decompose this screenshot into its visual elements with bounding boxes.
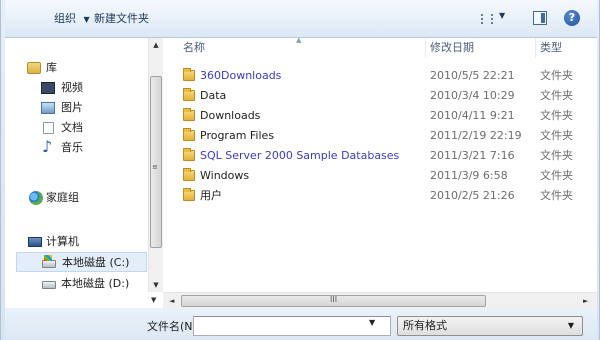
nav-item-label: 视频: [61, 81, 83, 94]
grip-icon: ≡: [152, 163, 158, 171]
folder-icon: [183, 88, 195, 101]
file-type: 文件夹: [540, 109, 573, 122]
pictures-icon: [41, 102, 55, 114]
file-name: SQL Server 2000 Sample Databases: [200, 149, 400, 162]
nav-item-drive-c[interactable]: 本地磁盘 (C:): [16, 252, 147, 272]
file-name: 360Downloads: [200, 69, 282, 82]
column-header-date[interactable]: 修改日期: [430, 38, 474, 58]
chevron-down-icon: ▼: [83, 15, 90, 24]
scroll-up-icon[interactable]: ▲: [149, 38, 163, 52]
library-icon: [27, 62, 41, 74]
file-date: 2010/5/5 22:21: [430, 69, 515, 82]
file-row[interactable]: SQL Server 2000 Sample Databases 2011/3/…: [163, 146, 597, 166]
file-name: Downloads: [200, 109, 261, 122]
folder-icon: [183, 148, 195, 161]
folder-icon: [183, 188, 195, 201]
column-divider[interactable]: [535, 38, 536, 58]
computer-icon: [28, 237, 42, 247]
file-type: 文件夹: [540, 89, 573, 102]
file-name: 用户: [200, 189, 222, 202]
folder-icon: [183, 108, 195, 121]
new-folder-button[interactable]: 新建文件夹: [94, 11, 149, 27]
column-header-name[interactable]: 名称: [183, 38, 205, 58]
file-type: 文件夹: [540, 169, 573, 182]
nav-item-label: 音乐: [61, 141, 83, 154]
file-date: 2010/4/11 9:21: [430, 109, 515, 122]
navigation-pane: 库 视频 图片 文档 音乐 家庭组: [5, 38, 163, 308]
chevron-down-icon[interactable]: ▼: [369, 318, 375, 327]
music-icon: [42, 137, 54, 157]
filename-bar: 文件名(N): ▼ 所有格式 ▼: [5, 308, 597, 340]
file-type: 文件夹: [540, 149, 573, 162]
column-header-type[interactable]: 类型: [540, 38, 562, 58]
change-view-button[interactable]: ▼: [481, 11, 511, 27]
file-date: 2011/2/19 22:19: [430, 129, 522, 142]
file-type: 文件夹: [540, 129, 573, 142]
nav-item-documents[interactable]: 文档: [5, 118, 148, 138]
file-row[interactable]: Downloads 2010/4/11 9:21 文件夹: [163, 106, 597, 126]
documents-icon: [43, 122, 54, 134]
folder-icon: [183, 128, 195, 141]
view-grid-icon: [481, 14, 493, 24]
nav-item-pictures[interactable]: 图片: [5, 98, 148, 118]
file-date: 2011/3/9 6:58: [430, 169, 508, 182]
file-type-value: 所有格式: [403, 319, 447, 332]
nav-scroll-down-icon[interactable]: ▼: [151, 296, 156, 304]
file-dialog: 组织 ▼ 新建文件夹 ▼ ? 库 视频 图片 文档 ♪ 音乐 家庭组 计算机 本…: [0, 0, 600, 340]
sort-ascending-icon: ▲: [296, 36, 302, 44]
scroll-down-icon[interactable]: ▼: [149, 278, 163, 292]
chevron-down-icon: ▼: [567, 321, 574, 330]
preview-pane-icon[interactable]: [533, 11, 547, 25]
organize-button[interactable]: 组织 ▼: [54, 11, 90, 27]
file-type: 文件夹: [540, 69, 573, 82]
toolbar: 组织 ▼ 新建文件夹 ▼ ?: [5, 0, 597, 38]
file-horizontal-scrollbar[interactable]: ◄ III ►: [163, 292, 597, 308]
file-type-select[interactable]: 所有格式 ▼: [397, 316, 583, 336]
folder-icon: [183, 168, 195, 181]
dialog-content: 库 视频 图片 文档 音乐 家庭组: [5, 36, 597, 308]
file-date: 2010/3/4 10:29: [430, 89, 515, 102]
nav-item-library[interactable]: 库: [5, 58, 148, 78]
scroll-thumb[interactable]: III: [181, 295, 486, 307]
file-row[interactable]: Windows 2011/3/9 6:58 文件夹: [163, 166, 597, 186]
column-divider[interactable]: [425, 38, 426, 58]
scroll-right-icon[interactable]: ►: [583, 294, 588, 308]
nav-item-label: 文档: [61, 121, 83, 134]
nav-item-label: 家庭组: [46, 191, 79, 204]
file-list: ▲ 名称 修改日期 类型 360Downloads 2010/5/5 22:21…: [163, 36, 597, 292]
nav-vertical-scrollbar[interactable]: ▲ ≡ ▼: [148, 38, 163, 292]
homegroup-icon: [29, 191, 43, 205]
video-icon: [41, 82, 55, 94]
file-row[interactable]: 360Downloads 2010/5/5 22:21 文件夹: [163, 66, 597, 86]
drive-c-icon: [42, 255, 56, 268]
scroll-left-icon[interactable]: ◄: [169, 294, 174, 308]
nav-item-music[interactable]: 音乐: [5, 137, 148, 158]
organize-label: 组织: [54, 12, 76, 25]
nav-item-label: 库: [46, 61, 57, 74]
nav-item-label: 本地磁盘 (D:): [61, 277, 130, 290]
grip-icon: III: [330, 295, 338, 304]
file-row[interactable]: Program Files 2011/2/19 22:19 文件夹: [163, 126, 597, 146]
file-name: Program Files: [200, 129, 275, 142]
file-row[interactable]: Data 2010/3/4 10:29 文件夹: [163, 86, 597, 106]
help-icon[interactable]: ?: [564, 10, 580, 26]
nav-item-computer[interactable]: 计算机: [5, 232, 148, 252]
nav-item-label: 计算机: [46, 235, 79, 248]
folder-icon: [183, 68, 195, 81]
scroll-thumb[interactable]: [150, 76, 162, 248]
chevron-down-icon: ▼: [499, 11, 506, 20]
file-date: 2010/2/5 21:26: [430, 189, 515, 202]
nav-item-label: 图片: [61, 101, 83, 114]
filename-input[interactable]: [193, 316, 391, 336]
file-row[interactable]: 用户 2010/2/5 21:26 文件夹: [163, 186, 597, 206]
nav-item-drive-d[interactable]: 本地磁盘 (D:): [5, 274, 148, 294]
drive-d-icon: [42, 281, 56, 289]
file-name: Windows: [200, 169, 250, 182]
nav-item-homegroup[interactable]: 家庭组: [5, 188, 148, 208]
file-type: 文件夹: [540, 189, 573, 202]
nav-item-video[interactable]: 视频: [5, 78, 148, 98]
nav-item-label: 本地磁盘 (C:): [62, 256, 130, 269]
file-name: Data: [200, 89, 227, 102]
file-date: 2011/3/21 7:16: [430, 149, 515, 162]
